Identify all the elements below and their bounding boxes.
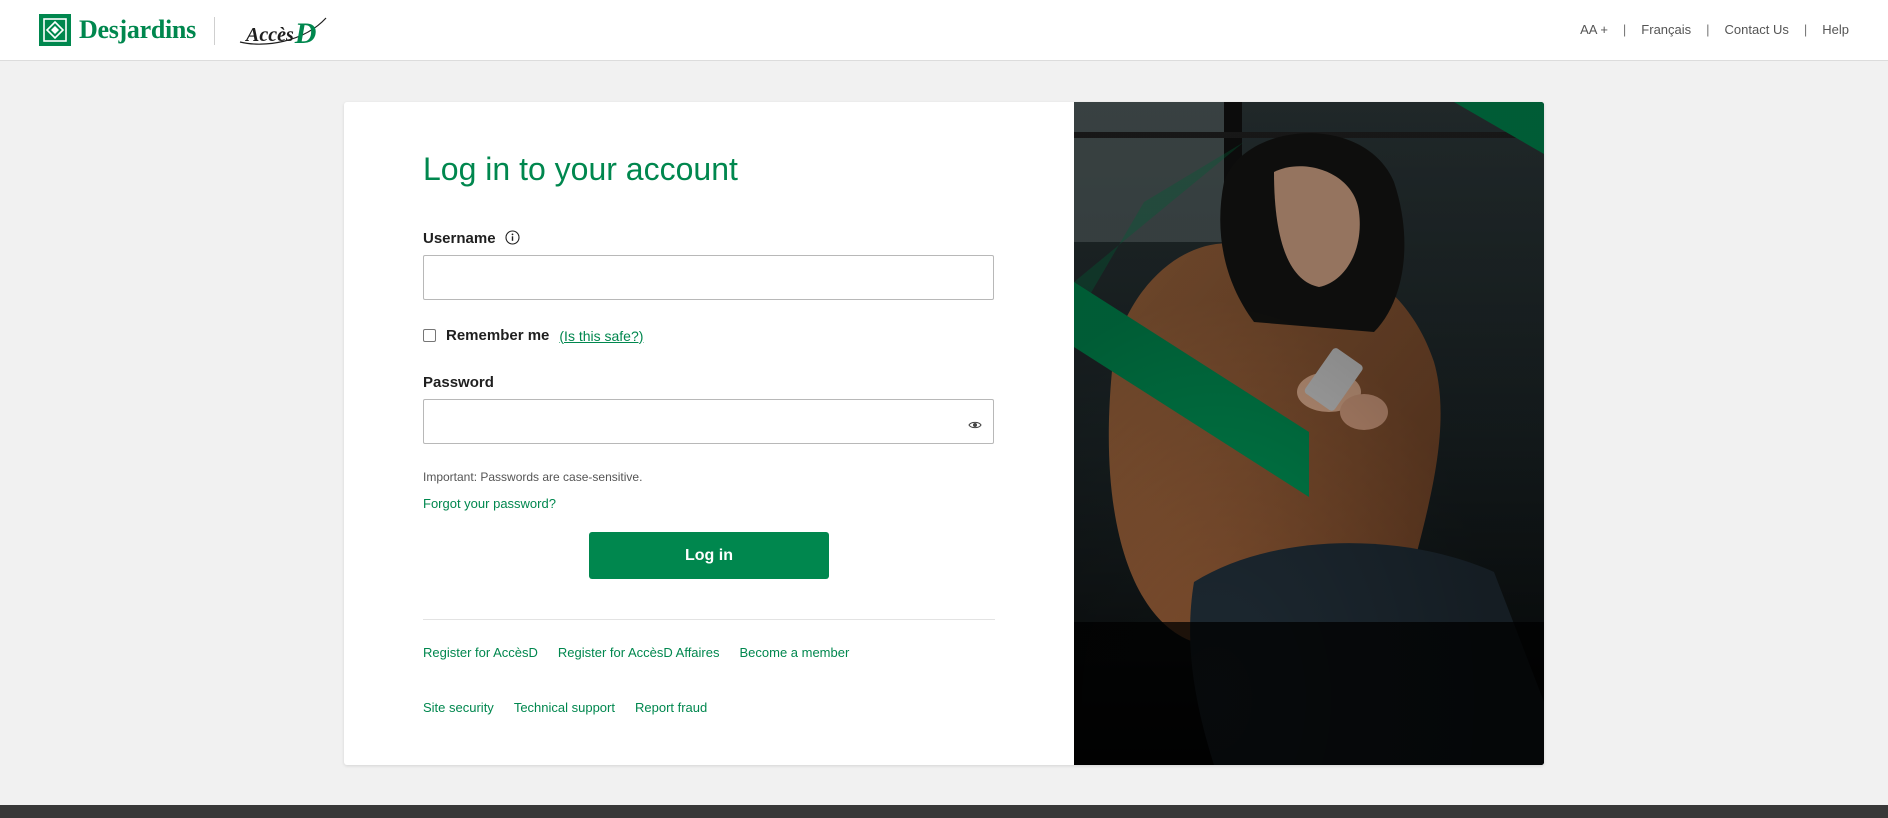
site-security-link[interactable]: Site security: [423, 700, 494, 715]
password-hint: Important: Passwords are case-sensitive.: [423, 470, 643, 484]
brand-name: Desjardins: [79, 15, 196, 44]
support-links: Site security Technical support Report f…: [423, 700, 727, 715]
font-size-toggle[interactable]: AA +: [1580, 22, 1608, 37]
become-member-link[interactable]: Become a member: [739, 645, 849, 660]
accesd-logo: AccèsD: [234, 12, 328, 50]
eye-icon[interactable]: [968, 417, 982, 435]
is-this-safe-link[interactable]: (Is this safe?): [559, 328, 643, 344]
register-accesd-affaires-link[interactable]: Register for AccèsD Affaires: [558, 645, 720, 660]
section-divider: [423, 619, 995, 620]
top-header: Desjardins AccèsD AA + | Français | Cont…: [0, 0, 1888, 61]
help-link[interactable]: Help: [1822, 22, 1849, 37]
login-card: Log in to your account Username Remember…: [344, 102, 1544, 765]
password-input[interactable]: [423, 399, 994, 444]
accesd-wordmark: Accès: [246, 24, 294, 46]
contact-us-link[interactable]: Contact Us: [1725, 22, 1789, 37]
technical-support-link[interactable]: Technical support: [514, 700, 615, 715]
remember-me-label[interactable]: Remember me: [446, 327, 549, 344]
top-nav: AA + | Français | Contact Us | Help: [1580, 22, 1849, 37]
nav-separator: |: [1706, 22, 1710, 37]
logo-divider: [214, 17, 215, 45]
remember-me-row: Remember me (Is this safe?): [423, 327, 643, 344]
desjardins-logo[interactable]: Desjardins: [39, 14, 196, 46]
registration-links: Register for AccèsD Register for AccèsD …: [423, 645, 869, 660]
desjardins-logo-icon: [39, 14, 71, 46]
report-fraud-link[interactable]: Report fraud: [635, 700, 707, 715]
page-footer: [0, 805, 1888, 818]
remember-me-checkbox[interactable]: [423, 329, 436, 342]
password-label: Password: [423, 374, 494, 391]
nav-separator: |: [1622, 22, 1627, 37]
info-icon[interactable]: [505, 230, 520, 249]
login-form: Log in to your account Username Remember…: [344, 102, 1074, 765]
login-button[interactable]: Log in: [589, 532, 829, 579]
language-link[interactable]: Français: [1641, 22, 1691, 37]
page-title: Log in to your account: [423, 151, 738, 187]
username-label-row: Username: [423, 230, 520, 249]
register-accesd-link[interactable]: Register for AccèsD: [423, 645, 538, 660]
hero-image: [1074, 102, 1544, 765]
nav-separator: |: [1803, 22, 1808, 37]
username-input[interactable]: [423, 255, 994, 300]
forgot-password-link[interactable]: Forgot your password?: [423, 496, 556, 511]
username-label: Username: [423, 230, 496, 247]
accesd-d-mark: D: [294, 17, 317, 50]
